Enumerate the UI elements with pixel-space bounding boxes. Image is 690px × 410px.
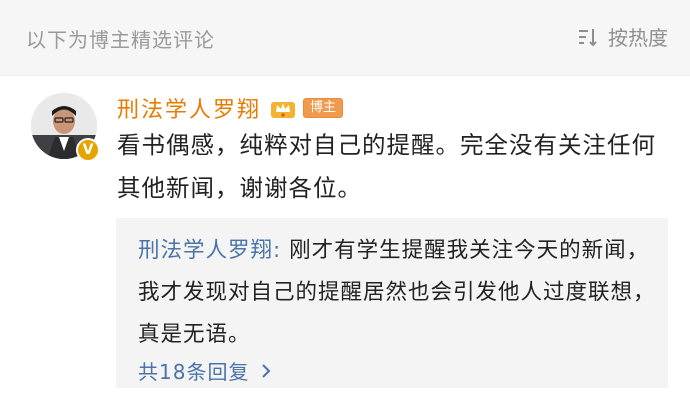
reply-preview[interactable]: 刑法学人罗翔: 刚才有学生提醒我关注今天的新闻，我才发现对自己的提醒居然也会引发…: [116, 218, 668, 388]
reply-separator: :: [273, 238, 290, 263]
verified-badge-icon: V: [76, 138, 100, 162]
reply-author-name[interactable]: 刑法学人罗翔: [138, 238, 273, 263]
comment-header: 刑法学人罗翔 博主: [117, 92, 344, 124]
comment-text: 看书偶感，纯粹对自己的提醒。完全没有关注任何其他新闻，谢谢各位。: [117, 131, 656, 202]
chevron-right-icon: [262, 363, 271, 378]
blogger-badge: 博主: [303, 98, 344, 118]
view-all-replies-link[interactable]: 共18条回复: [138, 356, 273, 385]
section-label: 以下为博主精选评论: [26, 28, 215, 52]
reply-count-label: 共18条回复: [138, 360, 250, 384]
crown-icon: [271, 102, 296, 118]
section-header: 以下为博主精选评论 按热度: [0, 0, 690, 76]
reply-content: 刑法学人罗翔: 刚才有学生提醒我关注今天的新闻，我才发现对自己的提醒居然也会引发…: [138, 230, 658, 356]
sort-icon: [579, 28, 597, 46]
sort-label: 按热度: [608, 26, 668, 50]
comment-author-name[interactable]: 刑法学人罗翔: [117, 92, 261, 124]
sort-by-hot-button[interactable]: 按热度: [576, 22, 668, 51]
